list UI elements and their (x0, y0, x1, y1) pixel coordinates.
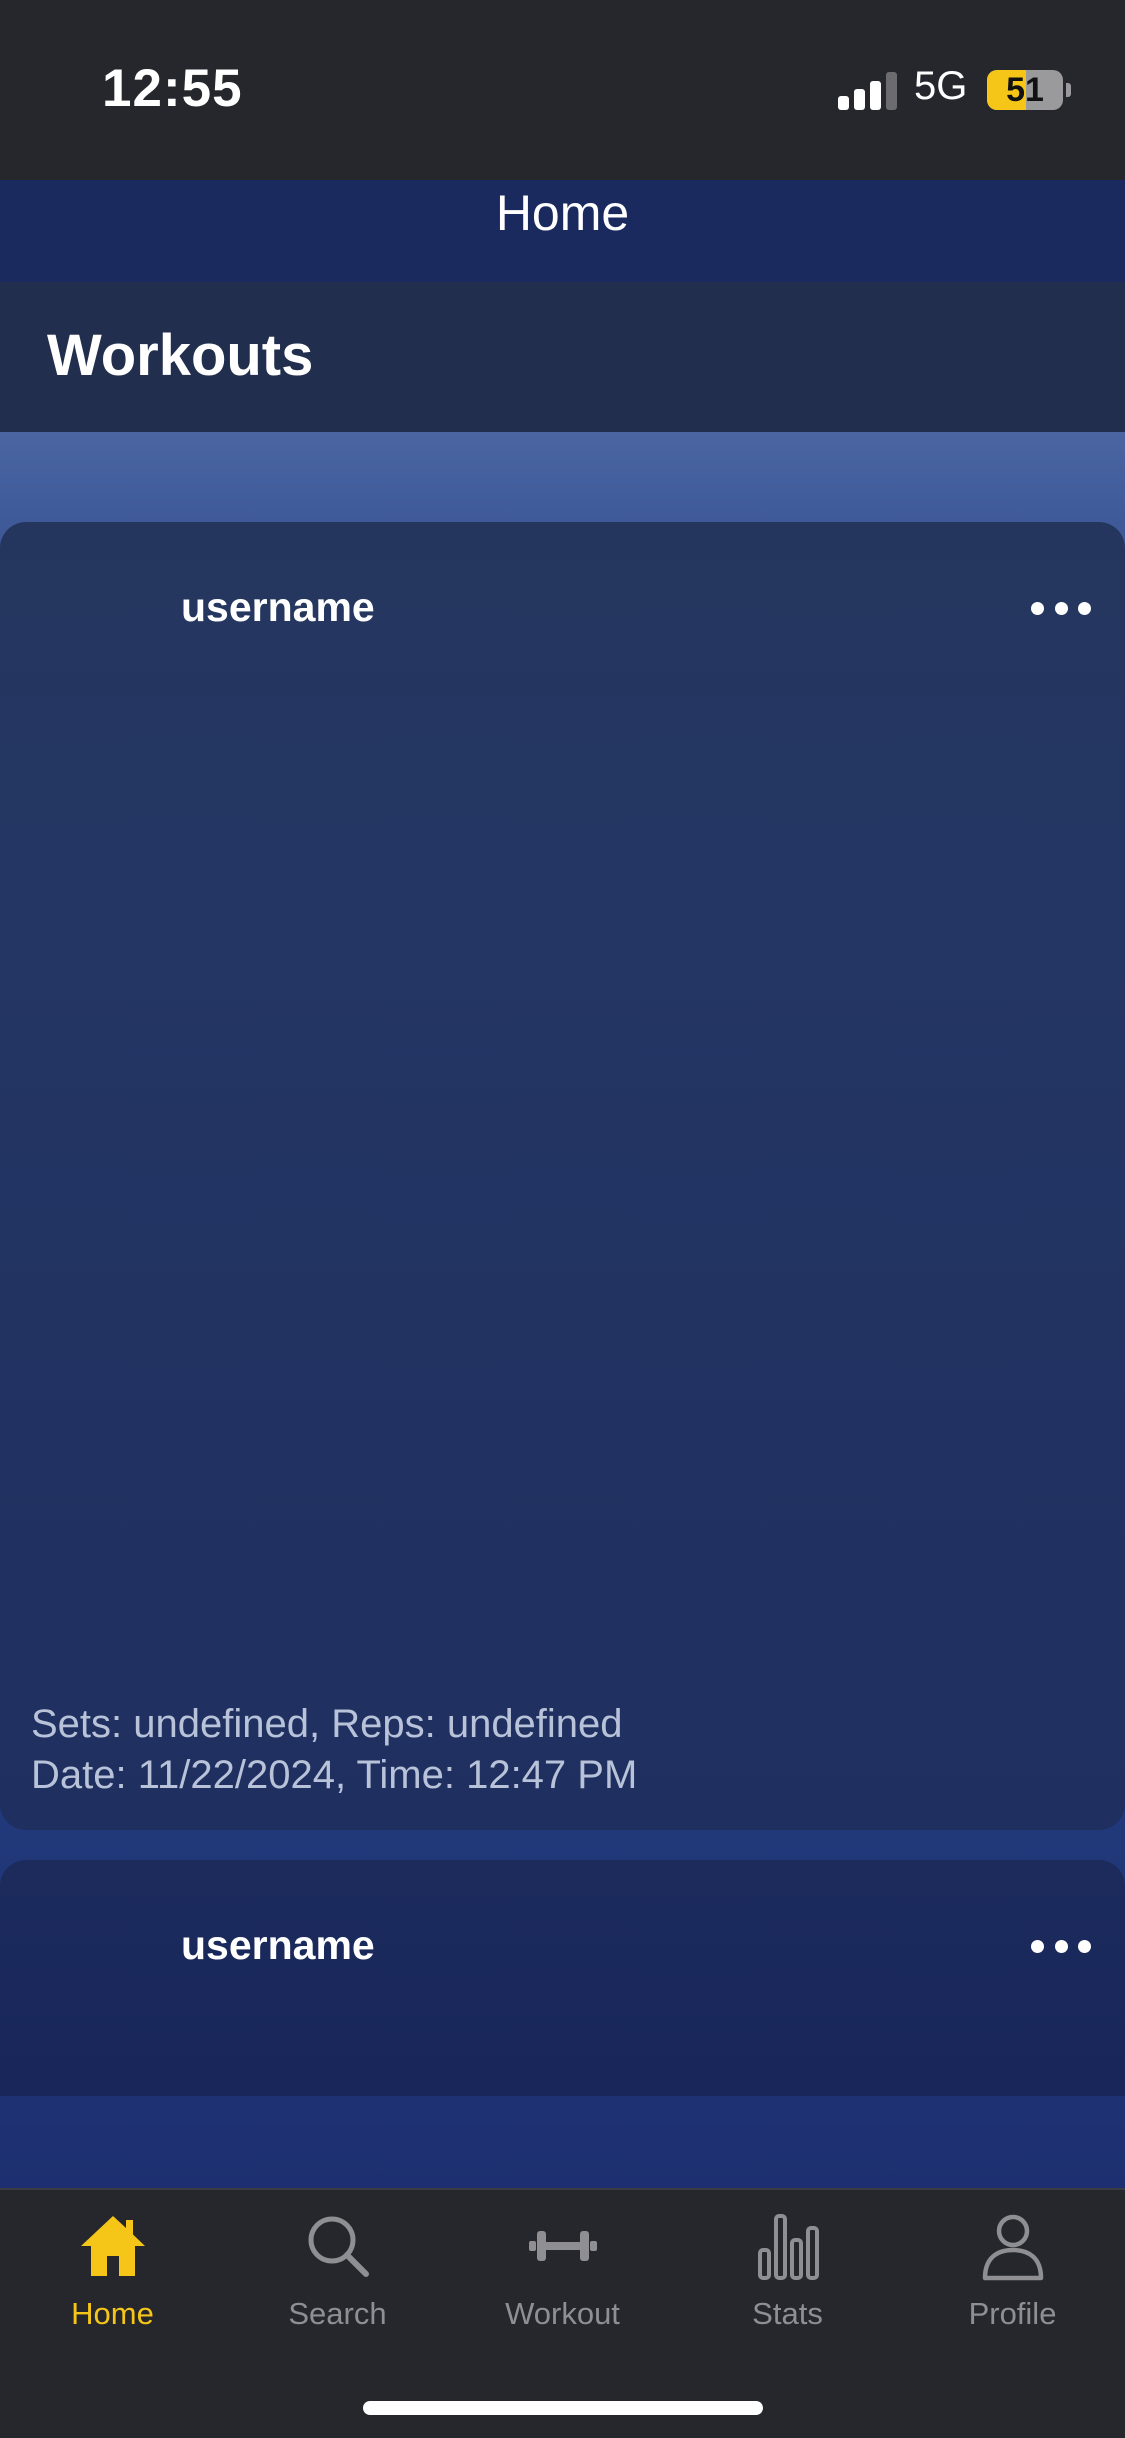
tab-label: Stats (752, 2296, 823, 2331)
section-header: Workouts (0, 282, 1125, 432)
tab-label: Home (71, 2296, 154, 2331)
more-options-icon[interactable] (1031, 600, 1091, 616)
tab-label: Workout (505, 2296, 620, 2331)
tab-stats[interactable]: Stats (675, 2210, 900, 2340)
network-type: 5G (914, 64, 968, 108)
battery-icon: 51 (987, 70, 1063, 110)
home-icon (80, 2216, 145, 2276)
sets-reps-text: Sets: undefined, Reps: undefined (31, 1702, 623, 1746)
status-time: 12:55 (102, 59, 243, 118)
home-indicator (363, 2401, 763, 2415)
tab-label: Profile (968, 2296, 1057, 2331)
tab-bar: Home Search Workout Stats Profile (0, 2188, 1125, 2438)
workout-feed[interactable]: username Sets: undefined, Reps: undefine… (0, 432, 1125, 2188)
tab-profile[interactable]: Profile (900, 2210, 1125, 2340)
workout-card[interactable]: username (0, 1860, 1125, 2096)
search-icon (308, 2216, 369, 2277)
cellular-signal-icon (838, 72, 900, 110)
more-options-icon[interactable] (1031, 1938, 1091, 1954)
section-title: Workouts (47, 323, 314, 388)
battery-level: 51 (1006, 70, 1044, 109)
tab-workout[interactable]: Workout (450, 2210, 675, 2340)
status-bar: 12:55 5G 51 Home (0, 0, 1125, 241)
page-title: Home (495, 185, 630, 241)
workout-card[interactable]: username Sets: undefined, Reps: undefine… (0, 522, 1125, 1830)
tab-home[interactable]: Home (0, 2210, 225, 2340)
post-username[interactable]: username (181, 1922, 375, 1969)
battery-nub (1066, 83, 1071, 97)
tab-label: Search (288, 2296, 387, 2331)
post-username[interactable]: username (181, 584, 375, 631)
person-icon (982, 2214, 1043, 2281)
date-time-text: Date: 11/22/2024, Time: 12:47 PM (31, 1753, 638, 1797)
dumbbell-icon (528, 2231, 597, 2261)
tab-search[interactable]: Search (225, 2210, 450, 2340)
bar-chart-icon (757, 2214, 819, 2280)
